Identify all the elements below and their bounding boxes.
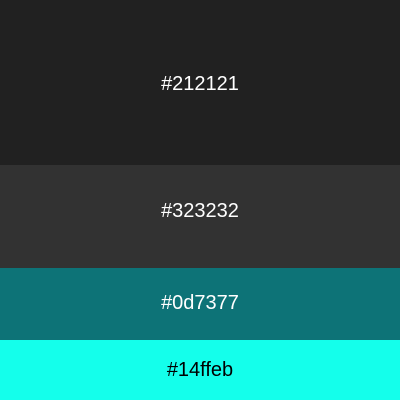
swatch-hex-label: #323232 bbox=[161, 199, 239, 222]
swatch-hex-label: #212121 bbox=[161, 72, 239, 95]
swatch-hex-label: #14ffeb bbox=[166, 359, 234, 381]
color-swatch: #323232 bbox=[0, 165, 400, 268]
color-swatch: #212121 bbox=[0, 0, 400, 165]
color-palette: #212121 #323232 #0d7377 #14ffeb bbox=[0, 0, 400, 400]
color-swatch: #0d7377 bbox=[0, 268, 400, 340]
color-swatch: #14ffeb bbox=[0, 340, 400, 400]
swatch-hex-label: #0d7377 bbox=[161, 292, 239, 314]
